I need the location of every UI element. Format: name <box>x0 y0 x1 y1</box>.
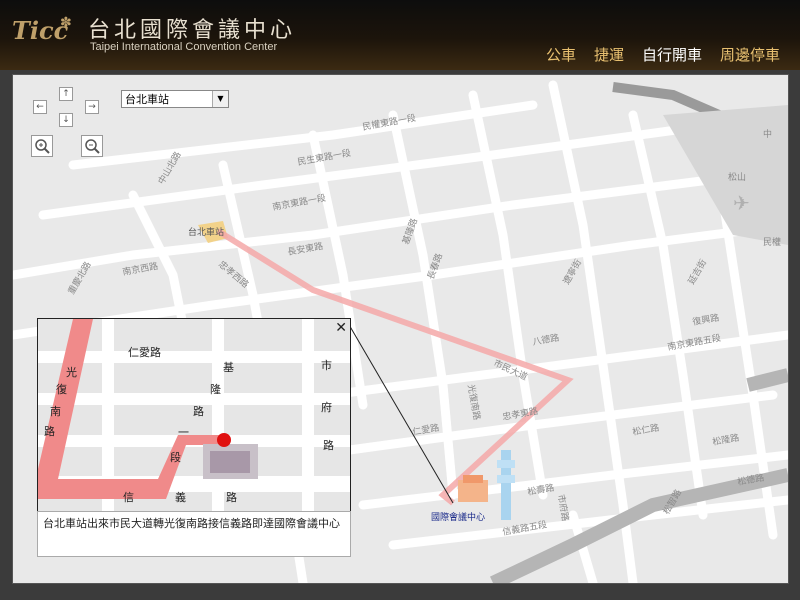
inset-map: ✕ 仁愛路 基 隆 路 市 府 路 光 復 南 路 段 信 義 路 一 <box>37 318 351 512</box>
zoom-out-icon <box>85 139 100 154</box>
nav-tabs: 公車 捷運 自行開車 周邊停車 <box>546 44 780 65</box>
site-header: Ticc ✽ 台北國際會議中心 Taipei International Con… <box>0 0 800 70</box>
road-label: 民生東路一段 <box>296 147 351 168</box>
inset-road-label: 市 <box>321 359 332 372</box>
chevron-down-icon: ▼ <box>212 91 228 107</box>
inset-road-label: 信 <box>123 491 134 504</box>
inset-road-label: 仁愛路 <box>128 346 161 359</box>
destination-marker <box>217 433 231 447</box>
inset-road-label: 一 <box>178 426 189 439</box>
road-label: 南京東路一段 <box>271 192 326 213</box>
inset-road-label: 段 <box>170 451 181 464</box>
inset-road-label: 復 <box>56 383 67 396</box>
nav-driving[interactable]: 自行開車 <box>642 44 702 65</box>
zoom-out-button[interactable] <box>81 135 103 157</box>
zoom-in-icon <box>35 139 50 154</box>
inset-road-label: 府 <box>321 401 332 414</box>
road-label: 松仁路 <box>631 421 660 438</box>
airplane-icon: ✈ <box>733 191 750 215</box>
inset-road-label: 南 <box>50 405 61 418</box>
pan-down-button[interactable]: ↓ <box>59 113 73 127</box>
start-label: 台北車站 <box>188 226 224 238</box>
nav-mrt[interactable]: 捷運 <box>594 44 624 65</box>
road-label: 市府路 <box>555 493 572 522</box>
pan-right-button[interactable]: → <box>85 100 99 114</box>
inset-road-label: 路 <box>44 425 55 438</box>
inset-road-label: 義 <box>175 491 186 504</box>
road-label: 民權 <box>763 236 781 248</box>
station-select-value: 台北車站 <box>125 93 169 106</box>
flower-icon: ✽ <box>60 15 72 31</box>
road-label: 八德路 <box>531 331 560 348</box>
route-description: 台北車站出來市民大道轉光復南路接信義路即達國際會議中心 <box>37 511 351 557</box>
road-label: 長安東路 <box>286 240 324 258</box>
zoom-in-button[interactable] <box>31 135 53 157</box>
site-title-zh: 台北國際會議中心 <box>88 18 297 43</box>
road-label: 松隆路 <box>711 431 740 448</box>
road-label: 延吉街 <box>685 257 709 286</box>
inset-road-label: 路 <box>323 439 334 452</box>
inset-road-label: 光 <box>66 366 77 379</box>
road-label: 中 <box>763 128 772 140</box>
road-label: 南京西路 <box>121 260 159 278</box>
end-label: 國際會議中心 <box>431 511 485 523</box>
map-viewport[interactable]: ✈ 民權東路一段 民生東路一段 南京東路一段 長安東路 市民大道 忠孝東路 八德… <box>12 74 789 584</box>
nav-bus[interactable]: 公車 <box>546 44 576 65</box>
site-title-en: Taipei International Convention Center <box>90 41 278 53</box>
inset-road-label: 路 <box>226 491 237 504</box>
pan-left-button[interactable]: ← <box>33 100 47 114</box>
inset-road-label: 路 <box>193 405 204 418</box>
convention-center-icon <box>458 480 488 502</box>
inset-road-label: 基 <box>223 361 234 374</box>
inset-road-label: 隆 <box>210 383 221 396</box>
road-label: 復興路 <box>691 311 720 328</box>
pan-up-button[interactable]: ↑ <box>59 87 73 101</box>
road-label: 遼寧街 <box>560 257 584 286</box>
road-label: 光復南路 <box>465 383 483 421</box>
nav-parking[interactable]: 周邊停車 <box>720 44 780 65</box>
station-select[interactable]: 台北車站 ▼ <box>121 90 229 108</box>
road-label: 信義路五段 <box>501 518 547 538</box>
close-icon[interactable]: ✕ <box>335 320 347 336</box>
road-label: 松山 <box>728 171 746 183</box>
